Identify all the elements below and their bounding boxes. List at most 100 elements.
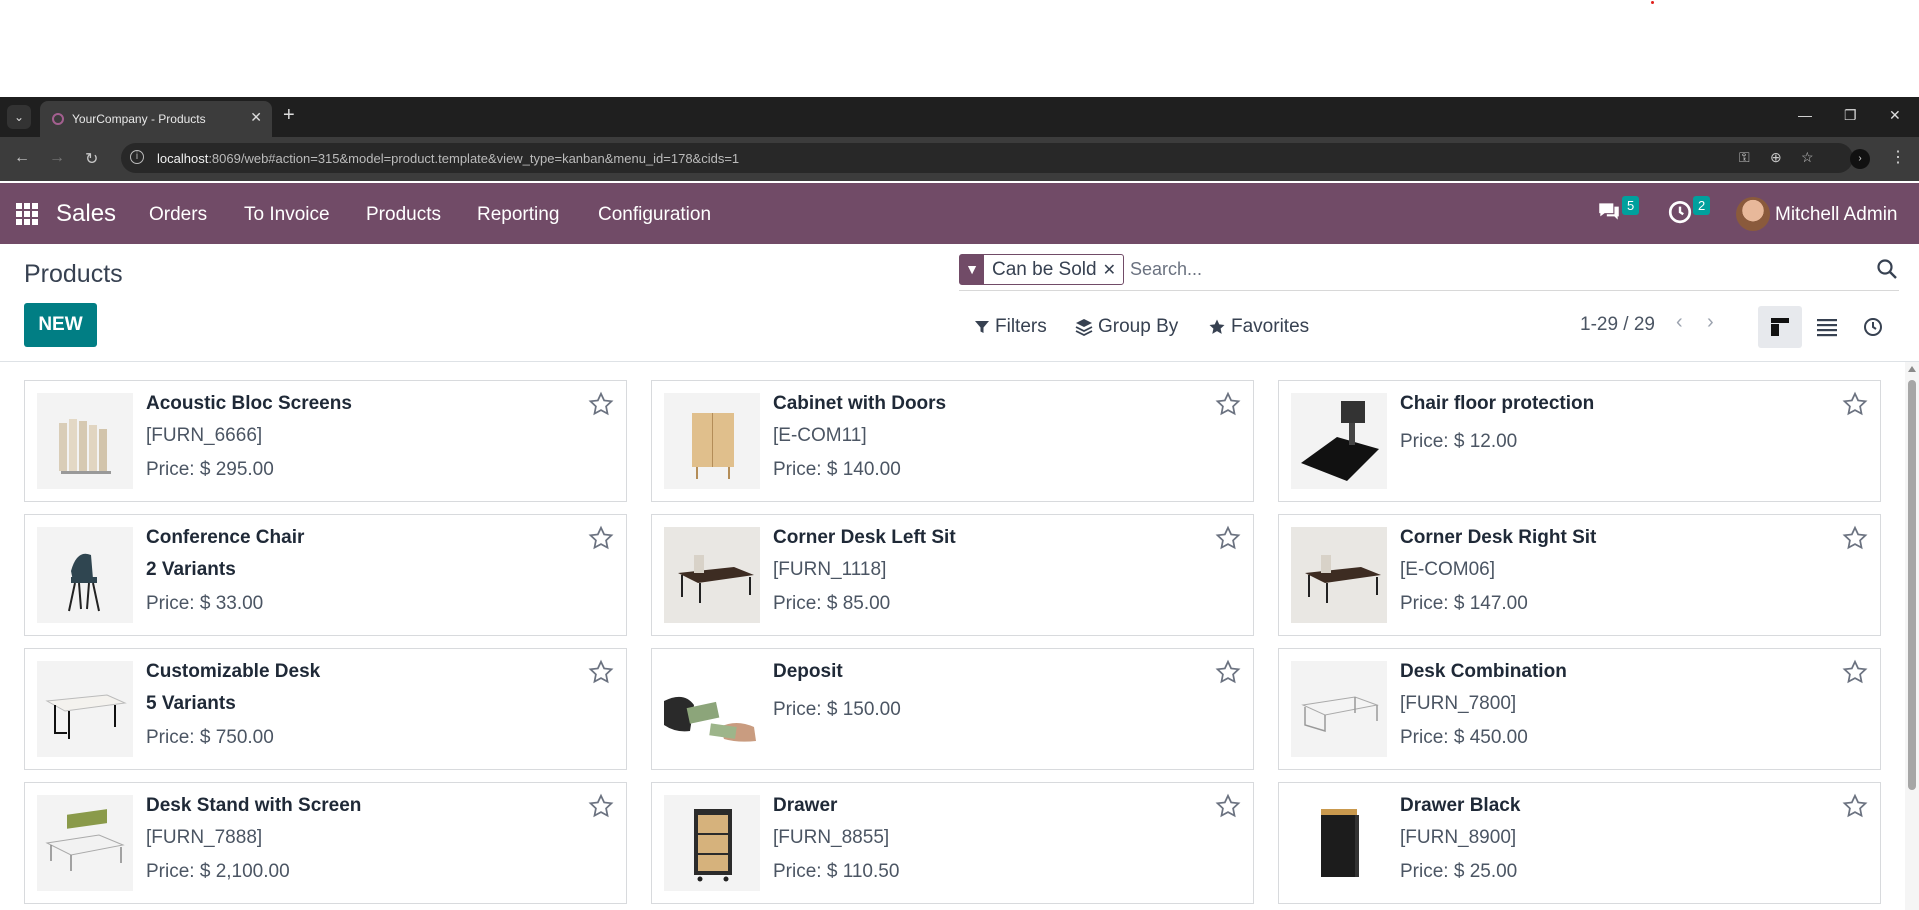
- product-card[interactable]: Conference Chair 2 Variants Price: $ 33.…: [24, 514, 627, 636]
- product-reference: [FURN_8855]: [773, 827, 890, 848]
- corner-desk-image: [664, 527, 760, 623]
- menu-configuration[interactable]: Configuration: [598, 204, 711, 226]
- desk-screen-image: [37, 795, 133, 891]
- apps-menu-icon[interactable]: [16, 203, 38, 225]
- product-name: Desk Stand with Screen: [146, 795, 362, 816]
- product-price: Price: $ 450.00: [1400, 727, 1528, 748]
- product-price: Price: $ 110.50: [773, 861, 900, 882]
- product-card[interactable]: Drawer Black [FURN_8900] Price: $ 25.00: [1278, 782, 1881, 904]
- user-avatar[interactable]: [1736, 197, 1770, 231]
- pager-next-icon[interactable]: ›: [1707, 311, 1714, 334]
- tab-close-icon[interactable]: ✕: [250, 109, 262, 126]
- product-card[interactable]: Drawer [FURN_8855] Price: $ 110.50: [651, 782, 1254, 904]
- product-name: Drawer Black: [1400, 795, 1521, 816]
- pager-value[interactable]: 1-29 / 29: [1580, 314, 1655, 336]
- favorite-star-icon[interactable]: [1842, 659, 1868, 685]
- extension-icon[interactable]: ›: [1850, 149, 1870, 169]
- password-key-icon[interactable]: ⚿: [1739, 149, 1750, 166]
- favorite-star-icon[interactable]: [1215, 391, 1241, 417]
- favorite-star-icon[interactable]: [588, 391, 614, 417]
- forward-icon[interactable]: →: [49, 149, 65, 167]
- acoustic-screen-image: [37, 393, 133, 489]
- favorite-star-icon[interactable]: [588, 793, 614, 819]
- product-card[interactable]: Desk Stand with Screen [FURN_7888] Price…: [24, 782, 627, 904]
- restore-icon[interactable]: ❐: [1844, 107, 1857, 124]
- product-name: Cabinet with Doors: [773, 393, 947, 414]
- address-bar[interactable]: i localhost:8069/web#action=315&model=pr…: [121, 143, 1853, 173]
- product-price: Price: $ 147.00: [1400, 593, 1528, 614]
- reload-icon[interactable]: ↻: [85, 149, 98, 169]
- favorite-star-icon[interactable]: [1215, 659, 1241, 685]
- kanban-view-button[interactable]: [1758, 306, 1802, 348]
- new-button[interactable]: NEW: [24, 303, 97, 347]
- favorite-star-icon[interactable]: [1842, 793, 1868, 819]
- browser-menu-icon[interactable]: ⋮: [1890, 147, 1906, 167]
- zoom-icon[interactable]: ⊕: [1770, 149, 1782, 166]
- chat-icon: [1599, 203, 1619, 220]
- browser-tab[interactable]: YourCompany - Products ✕: [40, 101, 272, 137]
- kanban-view: Acoustic Bloc Screens [FURN_6666] Price:…: [0, 362, 1905, 910]
- back-icon[interactable]: ←: [14, 149, 30, 167]
- product-card[interactable]: Chair floor protection Price: $ 12.00: [1278, 380, 1881, 502]
- product-price: Price: $ 140.00: [773, 459, 901, 480]
- product-reference: [FURN_6666]: [146, 425, 263, 446]
- menu-to-invoice[interactable]: To Invoice: [244, 204, 330, 226]
- search-input[interactable]: [1130, 259, 1830, 280]
- pager-previous-icon[interactable]: ‹: [1676, 311, 1683, 334]
- scroll-up-icon[interactable]: [1908, 366, 1916, 372]
- site-info-icon[interactable]: i: [130, 150, 144, 164]
- favorite-star-icon[interactable]: [588, 659, 614, 685]
- favorite-star-icon[interactable]: [1215, 793, 1241, 819]
- product-card[interactable]: Cabinet with Doors [E-COM11] Price: $ 14…: [651, 380, 1254, 502]
- group-by-button[interactable]: Group By: [1075, 316, 1178, 338]
- product-price: Price: $ 33.00: [146, 593, 264, 614]
- tab-title: YourCompany - Products: [72, 112, 206, 126]
- facet-label: Can be Sold: [992, 258, 1097, 280]
- activity-view-button[interactable]: [1851, 306, 1895, 348]
- product-card[interactable]: Acoustic Bloc Screens [FURN_6666] Price:…: [24, 380, 627, 502]
- kanban-scrollbar[interactable]: [1905, 362, 1919, 910]
- favorites-button[interactable]: Favorites: [1208, 316, 1309, 338]
- window-close-icon[interactable]: ✕: [1889, 107, 1901, 124]
- drawer-image: [664, 795, 760, 891]
- product-price: Price: $ 2,100.00: [146, 861, 290, 882]
- filter-facet-icon: ▼: [960, 255, 984, 284]
- product-card[interactable]: Customizable Desk 5 Variants Price: $ 75…: [24, 648, 627, 770]
- bookmark-star-icon[interactable]: ☆: [1801, 149, 1814, 166]
- user-name[interactable]: Mitchell Admin: [1775, 204, 1898, 226]
- product-card[interactable]: Desk Combination [FURN_7800] Price: $ 45…: [1278, 648, 1881, 770]
- filters-label: Filters: [995, 316, 1047, 337]
- product-name: Acoustic Bloc Screens: [146, 393, 352, 414]
- favorite-star-icon[interactable]: [1215, 525, 1241, 551]
- search-facet[interactable]: ▼ Can be Sold ✕: [959, 254, 1124, 285]
- product-card[interactable]: Corner Desk Left Sit [FURN_1118] Price: …: [651, 514, 1254, 636]
- search-icon[interactable]: [1875, 257, 1899, 281]
- favorite-star-icon[interactable]: [588, 525, 614, 551]
- filters-button[interactable]: Filters: [974, 316, 1047, 338]
- product-name: Chair floor protection: [1400, 393, 1595, 414]
- product-card[interactable]: Corner Desk Right Sit [E-COM06] Price: $…: [1278, 514, 1881, 636]
- blank-top-area: [0, 0, 1919, 97]
- tab-search-button[interactable]: ⌄: [7, 105, 31, 129]
- scrollbar-thumb[interactable]: [1908, 380, 1916, 790]
- favorite-star-icon[interactable]: [1842, 525, 1868, 551]
- menu-orders[interactable]: Orders: [149, 204, 207, 226]
- list-view-button[interactable]: [1805, 306, 1849, 348]
- minimize-icon[interactable]: —: [1798, 107, 1812, 123]
- facet-remove-icon[interactable]: ✕: [1103, 260, 1123, 280]
- menu-reporting[interactable]: Reporting: [477, 204, 559, 226]
- product-name: Drawer: [773, 795, 838, 816]
- messages-button[interactable]: 5: [1596, 196, 1640, 229]
- group-by-label: Group By: [1098, 316, 1179, 337]
- favorite-star-icon[interactable]: [1842, 391, 1868, 417]
- floor-mat-image: [1291, 393, 1387, 489]
- product-price: Price: $ 150.00: [773, 699, 901, 720]
- product-card[interactable]: Deposit Price: $ 150.00: [651, 648, 1254, 770]
- new-tab-button[interactable]: +: [283, 105, 295, 125]
- filter-icon: [975, 321, 989, 333]
- odoo-favicon-icon: [52, 113, 64, 125]
- product-price: Price: $ 85.00: [773, 593, 891, 614]
- app-name[interactable]: Sales: [56, 200, 116, 228]
- activities-button[interactable]: 2: [1667, 196, 1711, 229]
- menu-products[interactable]: Products: [366, 204, 441, 226]
